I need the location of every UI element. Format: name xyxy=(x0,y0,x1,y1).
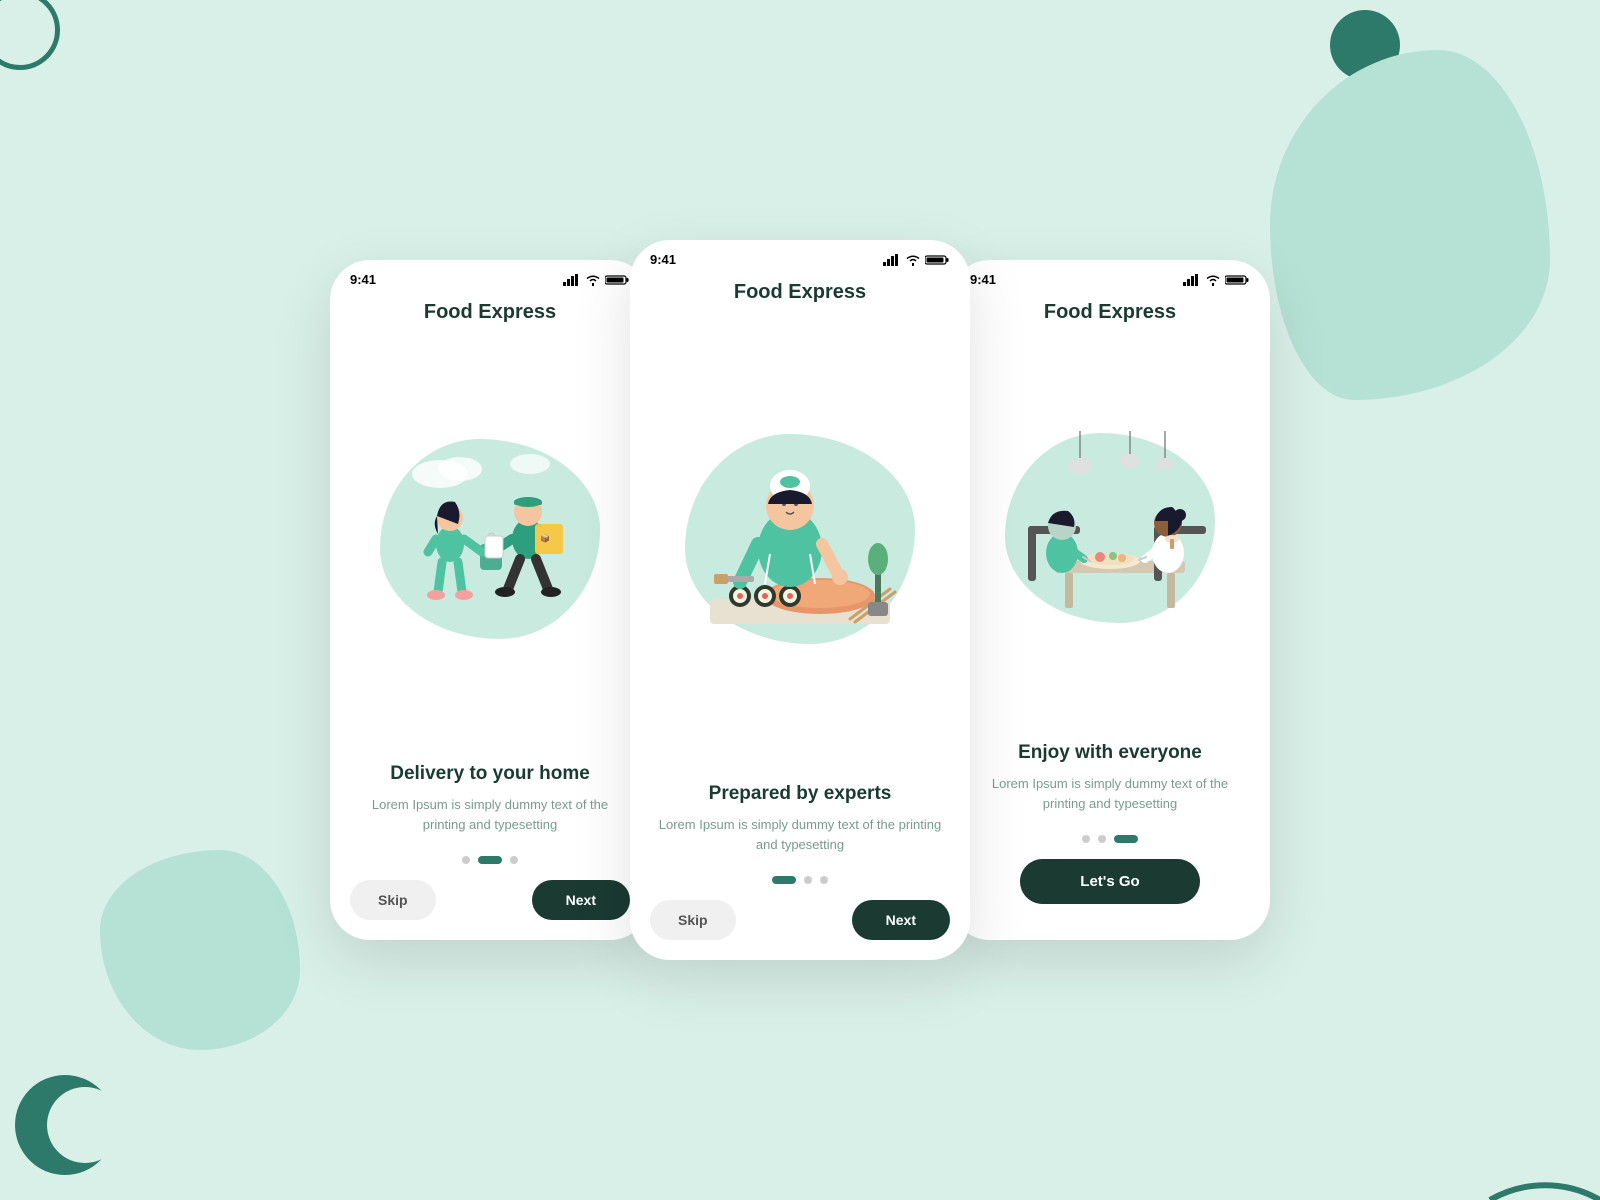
status-icons-center xyxy=(883,254,950,266)
phone-left: 9:41 Food Ex xyxy=(330,260,650,940)
phones-container: 9:41 Food Ex xyxy=(330,240,1270,960)
status-bar-center: 9:41 xyxy=(630,240,970,271)
illustration-area-center xyxy=(650,310,950,767)
signal-icon-right xyxy=(1183,274,1201,286)
lets-go-button[interactable]: Let's Go xyxy=(1020,859,1199,904)
dot-3-left xyxy=(510,856,518,864)
content-section-left: Delivery to your home Lorem Ipsum is sim… xyxy=(330,747,650,844)
bottom-buttons-center: Skip Next xyxy=(630,892,970,960)
bg-circle-top-left xyxy=(0,0,60,70)
dots-center xyxy=(630,864,970,892)
battery-icon-right xyxy=(1225,274,1250,286)
wifi-icon-right xyxy=(1205,274,1221,286)
dot-1-right xyxy=(1082,835,1090,843)
wifi-icon-left xyxy=(585,274,601,286)
dot-2-right xyxy=(1098,835,1106,843)
signal-icon-left xyxy=(563,274,581,286)
content-desc-left: Lorem Ipsum is simply dummy text of the … xyxy=(354,795,626,834)
content-title-left: Delivery to your home xyxy=(354,763,626,785)
wifi-icon-center xyxy=(905,254,921,266)
time-left: 9:41 xyxy=(350,272,376,287)
phone-right: 9:41 Food Ex xyxy=(950,260,1270,940)
content-desc-center: Lorem Ipsum is simply dummy text of the … xyxy=(654,815,946,854)
dot-2-center xyxy=(804,876,812,884)
dots-left xyxy=(330,844,650,872)
content-title-right: Enjoy with everyone xyxy=(974,742,1246,764)
chef-illustration xyxy=(680,434,920,644)
dot-1-left xyxy=(462,856,470,864)
dot-active-left xyxy=(478,856,502,864)
dot-active-right xyxy=(1114,835,1138,843)
content-section-right: Enjoy with everyone Lorem Ipsum is simpl… xyxy=(950,726,1270,823)
time-center: 9:41 xyxy=(650,252,676,267)
status-icons-left xyxy=(563,274,630,286)
bg-half-circle-bottom-left xyxy=(10,1070,120,1180)
skip-button-center[interactable]: Skip xyxy=(650,900,736,940)
battery-icon-left xyxy=(605,274,630,286)
bottom-buttons-left: Skip Next xyxy=(330,872,650,940)
illustration-area-right xyxy=(970,330,1250,726)
status-bar-left: 9:41 xyxy=(330,260,650,291)
content-desc-right: Lorem Ipsum is simply dummy text of the … xyxy=(974,774,1246,813)
app-title-right: Food Express xyxy=(950,291,1270,330)
app-title-left: Food Express xyxy=(330,291,650,330)
dining-illustration xyxy=(1000,431,1220,626)
battery-icon-center xyxy=(925,254,950,266)
time-right: 9:41 xyxy=(970,272,996,287)
bg-blob-left xyxy=(100,850,300,1050)
delivery-illustration: 📦 xyxy=(380,444,600,634)
status-bar-right: 9:41 xyxy=(950,260,1270,291)
lets-go-container: Let's Go xyxy=(950,851,1270,940)
bg-arc-bottom-right xyxy=(1470,1100,1600,1200)
status-icons-right xyxy=(1183,274,1250,286)
signal-icon-center xyxy=(883,254,901,266)
svg-text:📦: 📦 xyxy=(540,533,550,543)
phone-center: 9:41 Food Ex xyxy=(630,240,970,960)
next-button-left[interactable]: Next xyxy=(532,880,630,920)
dot-active-center xyxy=(772,876,796,884)
content-title-center: Prepared by experts xyxy=(654,783,946,805)
next-button-center[interactable]: Next xyxy=(852,900,950,940)
content-section-center: Prepared by experts Lorem Ipsum is simpl… xyxy=(630,767,970,864)
bg-blob-right xyxy=(1270,50,1550,400)
app-title-center: Food Express xyxy=(630,271,970,310)
skip-button-left[interactable]: Skip xyxy=(350,880,436,920)
dot-3-center xyxy=(820,876,828,884)
illustration-area-left: 📦 xyxy=(350,330,630,747)
dots-right xyxy=(950,823,1270,851)
